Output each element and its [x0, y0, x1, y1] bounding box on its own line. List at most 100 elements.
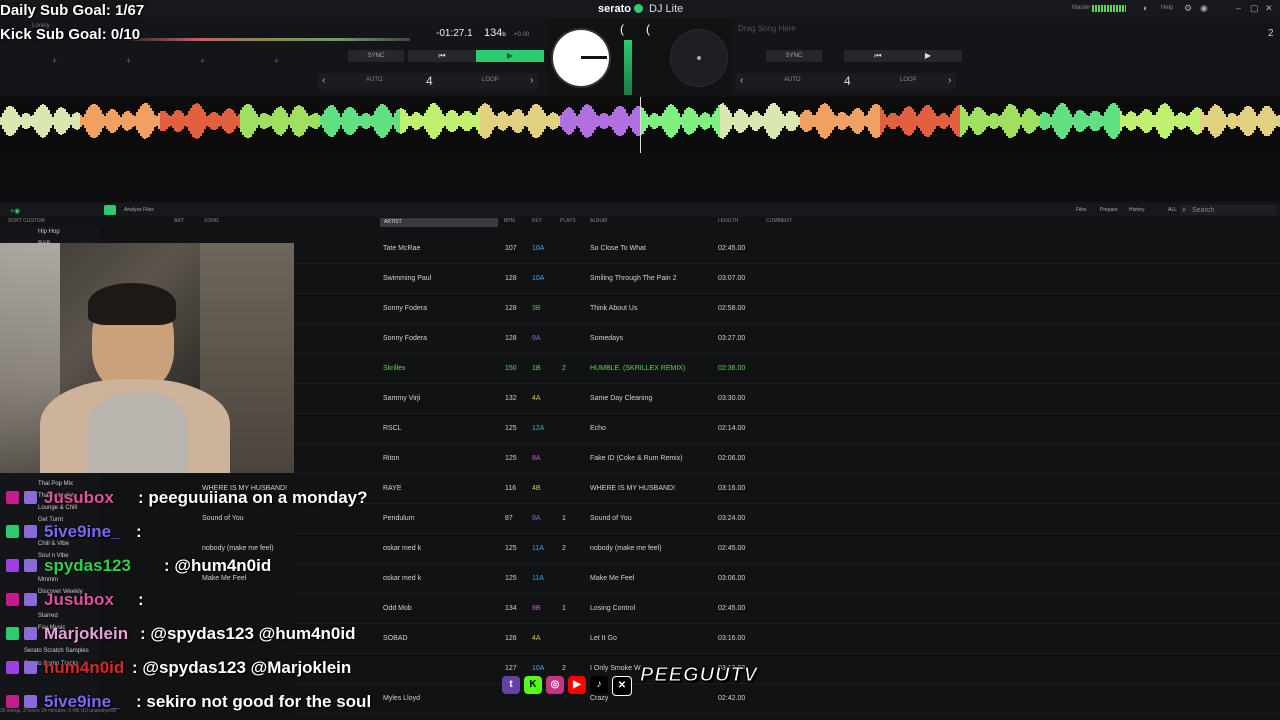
minimize-icon[interactable]: – [1236, 3, 1241, 13]
history-button[interactable]: History [1129, 207, 1145, 213]
auto-label[interactable]: AUTO [784, 77, 801, 83]
album-cell: HUMBLE. (SKRILLEX REMIX) [590, 365, 686, 372]
cue-add-1[interactable]: + [52, 56, 57, 66]
crate-item[interactable]: Hip Hop [38, 229, 60, 235]
bpm-cell: 150 [505, 365, 517, 372]
album-cell: Let It Go [590, 635, 617, 642]
deck-left-cue-button[interactable]: ⏮ [408, 50, 476, 62]
col-album[interactable]: ALBUM [590, 218, 607, 228]
artist-cell: Myles Lloyd [383, 695, 420, 702]
close-icon[interactable]: ✕ [1265, 3, 1273, 14]
cue-add-3[interactable]: + [200, 56, 205, 66]
col-song[interactable]: SONG [204, 218, 219, 228]
table-row[interactable]: Sound of You Pendulum 87 9A 1 Sound of You 03:… [202, 504, 1280, 534]
help-menu[interactable]: Help [1161, 5, 1173, 11]
deck-right-jog[interactable] [671, 30, 727, 86]
loop-label[interactable]: LOOP [900, 77, 917, 83]
chat-text: : [136, 522, 142, 541]
artist-cell: Swimming Paul [383, 275, 432, 282]
sub-badge-icon [24, 491, 37, 504]
length-cell: 02:06.00 [718, 455, 746, 462]
table-row[interactable]: Odd Mob 134 8B 1 Losing Control 02:45.00 [294, 594, 1280, 624]
col-key[interactable]: KEY [532, 218, 542, 228]
plays-cell: 2 [562, 545, 566, 552]
kick-icon: K [524, 676, 542, 694]
col-art[interactable]: ART [174, 218, 184, 228]
crate-item[interactable]: Serato Scratch Samples [24, 648, 89, 654]
gear-icon[interactable]: ⚙ [1184, 3, 1192, 14]
col-length[interactable]: LENGTH [718, 218, 738, 228]
deck-right-placeholder[interactable]: Drag Song Here [738, 24, 796, 33]
chat-badge-icon [6, 695, 19, 708]
deck-right-sync-button[interactable]: SYNC [766, 50, 822, 62]
table-row[interactable]: RSCL 125 12A Echo 02:14.00 [294, 414, 1280, 444]
webcam-feed [0, 243, 294, 473]
add-crate-icon[interactable]: +◉ [10, 207, 20, 215]
deck-right-number: 2 [1268, 28, 1274, 39]
chat-text: : @spydas123 @Marjoklein [132, 658, 352, 677]
chevron-left-icon[interactable]: ‹ [322, 75, 325, 86]
key-cell: 9A [532, 515, 541, 522]
col-artist-sorted[interactable]: ARTIST [380, 218, 498, 227]
table-row[interactable]: WHERE IS MY HUSBAND! RAYE 116 4B WHERE IS MY… [202, 474, 1280, 504]
youtube-icon: ▶ [568, 676, 586, 694]
chat-badge-icon [6, 627, 19, 640]
deck-left-overview[interactable] [130, 38, 410, 41]
prepare-button[interactable]: Prepare [1100, 207, 1118, 213]
table-row[interactable]: 127 10A 2 I Only Smoke W 03:18.00 [294, 654, 1280, 684]
crate-item[interactable]: Mmmm [38, 577, 58, 583]
bpm-cell: 126 [505, 635, 517, 642]
col-plays[interactable]: PLAYS [560, 218, 576, 228]
table-row[interactable]: Sonny Fodera 128 9A Somedays 03:27.00 [294, 324, 1280, 354]
user-icon[interactable]: ◉ [1200, 3, 1208, 14]
table-row[interactable]: Tate McRae 107 10A So Close To What 02:45.00 [294, 234, 1280, 264]
table-row[interactable]: Swimming Paul 128 10A Smiling Through The P… [294, 264, 1280, 294]
deck-right: Drag Song Here 2 SYNC ⏮ ▶ ‹ AUTO 4 LOOP … [734, 18, 1280, 96]
album-cell: WHERE IS MY HUSBAND! [590, 485, 676, 492]
chevron-right-icon[interactable]: › [948, 75, 951, 86]
maximize-icon[interactable]: ▢ [1250, 3, 1259, 14]
deck-left-jog[interactable] [553, 30, 609, 86]
bpm-cell: 127 [505, 665, 517, 672]
deck-left-sync-button[interactable]: SYNC [348, 50, 404, 62]
all-filter[interactable]: ALL [1168, 207, 1177, 213]
table-row[interactable]: Make Me Feel oskar med k 125 11A Make Me Fee… [202, 564, 1280, 594]
deck-right-play-button[interactable]: ▶ [894, 50, 962, 62]
loop-label[interactable]: LOOP [482, 77, 499, 83]
key-cell: 11A [532, 575, 544, 582]
cue-add-2[interactable]: + [126, 56, 131, 66]
key-cell: 4A [532, 395, 541, 402]
deck-left-play-button[interactable]: ▶ [476, 50, 544, 62]
table-row[interactable]: Sammy Virji 132 4A Same Day Cleaning 03:30.0… [294, 384, 1280, 414]
table-row[interactable]: Sonny Fodera 128 3B Think About Us 02:58.00 [294, 294, 1280, 324]
artist-cell: Tate McRae [383, 245, 421, 252]
length-cell: 03:30.00 [718, 395, 746, 402]
sub-badge-icon [24, 593, 37, 606]
sync-icon[interactable]: ◐ [1143, 3, 1148, 13]
twitch-icon: t [502, 676, 520, 694]
auto-label[interactable]: AUTO [366, 77, 383, 83]
plays-cell: 2 [562, 665, 566, 672]
chevron-left-icon[interactable]: ‹ [740, 75, 743, 86]
length-cell: 02:45.00 [718, 545, 746, 552]
files-button[interactable]: Files [1076, 207, 1087, 213]
list-view-icon[interactable] [104, 205, 116, 215]
col-bpm[interactable]: BPM [504, 218, 515, 228]
artist-cell: Sonny Fodera [383, 335, 427, 342]
col-comment[interactable]: COMMENT [766, 218, 792, 228]
table-row[interactable]: Myles Lloyd Crazy 02:42.00 [294, 684, 1280, 714]
search-input[interactable]: ⌕ Search [1180, 205, 1276, 215]
table-row[interactable]: Riton 125 8A Fake ID (Coke & Rum Remix) 02:0… [294, 444, 1280, 474]
table-row[interactable]: Skrillex 150 1B 2 HUMBLE. (SKRILLEX REMIX) 02… [294, 354, 1280, 384]
crate-item[interactable]: Starred [38, 613, 58, 619]
cue-add-4[interactable]: + [274, 56, 279, 66]
chevron-right-icon[interactable]: › [530, 75, 533, 86]
crate-item[interactable]: Thai Pop Mix [38, 481, 73, 487]
table-row[interactable]: SOBAD 126 4A Let It Go 03:16.00 [294, 624, 1280, 654]
table-row[interactable]: nobody (make me feel) oskar med k 125 11A 2 n… [202, 534, 1280, 564]
master-label: Master [1072, 5, 1091, 11]
kick-sub-goal: Kick Sub Goal: 0/10 [0, 26, 141, 43]
plays-cell: 2 [562, 365, 566, 372]
analyze-files-button[interactable]: Analyze Files [124, 207, 154, 213]
length-cell: 03:07.00 [718, 275, 746, 282]
